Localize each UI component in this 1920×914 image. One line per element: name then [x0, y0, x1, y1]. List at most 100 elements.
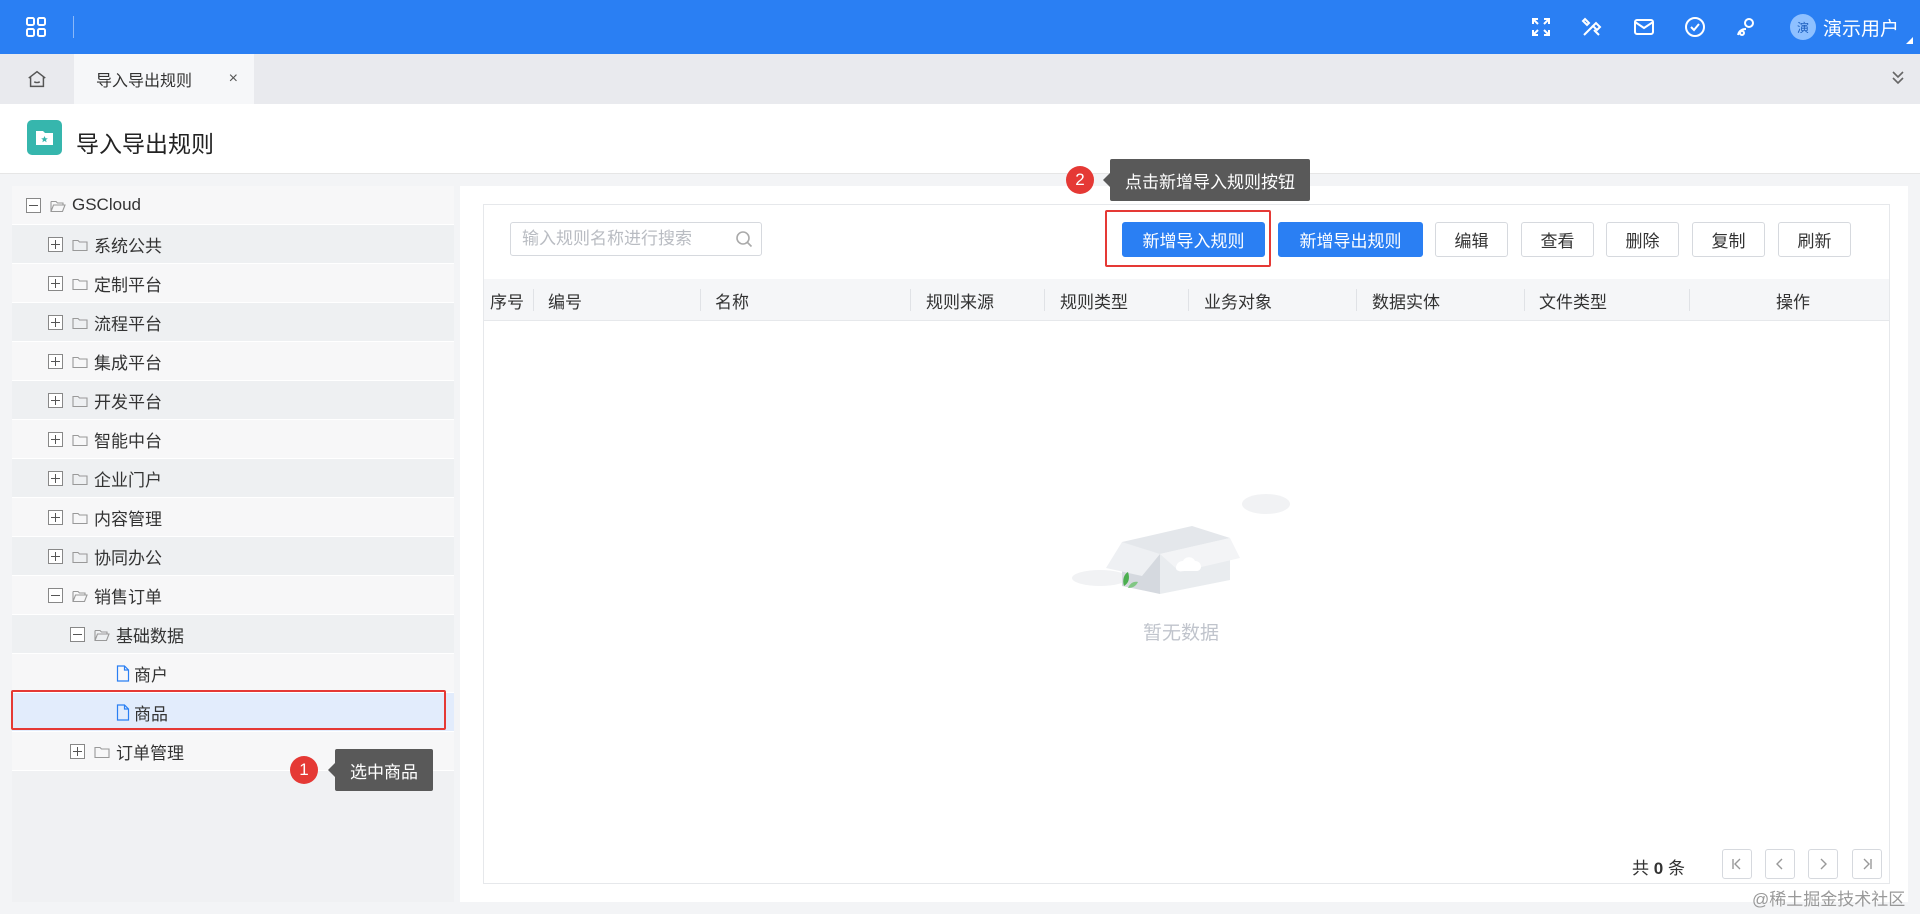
tree-item[interactable]: 企业门户: [12, 459, 454, 498]
copy-button[interactable]: 复制: [1692, 222, 1765, 257]
tree-item-label: 智能中台: [94, 431, 162, 451]
watermark: @稀土掘金技术社区: [1752, 890, 1906, 909]
close-icon[interactable]: ×: [229, 70, 238, 88]
refresh-button[interactable]: 刷新: [1778, 222, 1851, 257]
expand-icon[interactable]: [48, 353, 63, 369]
column-header-name: 名称: [715, 292, 749, 312]
collapse-icon[interactable]: [70, 626, 85, 642]
folder-icon: [72, 393, 88, 408]
tree-item-label: 企业门户: [94, 470, 162, 490]
page-title: 导入导出规则: [76, 131, 214, 157]
last-page-button[interactable]: [1852, 849, 1882, 879]
folder-open-icon: [72, 588, 88, 603]
folder-icon: [72, 510, 88, 525]
tree-item-label: 定制平台: [94, 275, 162, 295]
tree-item-label: 订单管理: [116, 743, 184, 763]
tree-item[interactable]: 开发平台: [12, 381, 454, 420]
apps-grid-icon[interactable]: [24, 15, 48, 39]
tree-item-label: 开发平台: [94, 392, 162, 412]
expand-icon[interactable]: [48, 275, 63, 291]
column-divider: [910, 289, 911, 311]
tree-item[interactable]: 集成平台: [12, 342, 454, 381]
folder-star-icon: [27, 120, 62, 155]
column-header-rule-source: 规则来源: [926, 292, 994, 312]
tree-item[interactable]: 商户: [12, 654, 454, 693]
add-export-rule-button[interactable]: 新增导出规则: [1278, 222, 1423, 257]
step-1-badge: 1: [290, 756, 318, 784]
collapse-icon[interactable]: [48, 587, 63, 603]
folder-icon: [94, 744, 110, 759]
table-header: 序号 编号 名称 规则来源 规则类型 业务对象 数据实体 文件类型 操作: [484, 279, 1889, 321]
column-header-index: 序号: [490, 292, 524, 312]
expand-icon[interactable]: [70, 743, 85, 759]
tree-item[interactable]: 销售订单: [12, 576, 454, 615]
tree-item[interactable]: 内容管理: [12, 498, 454, 537]
navbar-divider: [73, 16, 74, 38]
prev-page-button[interactable]: [1765, 849, 1795, 879]
expand-icon[interactable]: [48, 431, 63, 447]
user-settings-icon[interactable]: [1734, 15, 1758, 39]
folder-icon: [72, 315, 88, 330]
expand-icon[interactable]: [48, 392, 63, 408]
tree-item[interactable]: 系统公共: [12, 225, 454, 264]
column-divider: [1188, 289, 1189, 311]
mail-icon[interactable]: [1632, 15, 1656, 39]
document-icon: [116, 664, 130, 682]
column-divider: [1524, 289, 1525, 311]
step-2-badge: 2: [1066, 166, 1094, 194]
tree-item[interactable]: 流程平台: [12, 303, 454, 342]
expand-icon[interactable]: [48, 509, 63, 525]
tree-item-label: 商户: [134, 665, 168, 685]
tree-item-label: 基础数据: [116, 626, 184, 646]
chevron-right-icon: [1820, 858, 1827, 870]
fullscreen-icon[interactable]: [1529, 15, 1553, 39]
expand-icon[interactable]: [48, 236, 63, 252]
top-navbar: 演 演示用户: [0, 0, 1920, 54]
tree-item[interactable]: 基础数据: [12, 615, 454, 654]
collapse-icon[interactable]: [26, 197, 41, 213]
view-button[interactable]: 查看: [1521, 222, 1594, 257]
expand-icon[interactable]: [48, 470, 63, 486]
tab-label: 导入导出规则: [96, 73, 193, 90]
next-page-button[interactable]: [1808, 849, 1838, 879]
page-header: 导入导出规则: [0, 104, 1920, 174]
caret-down-icon: [1906, 37, 1914, 44]
tree-item-label: 内容管理: [94, 509, 162, 529]
search-icon[interactable]: [734, 229, 754, 249]
expand-icon[interactable]: [48, 314, 63, 330]
column-header-data-entity: 数据实体: [1372, 292, 1440, 312]
tree-item-label: 流程平台: [94, 314, 162, 334]
tree-item[interactable]: GSCloud: [12, 186, 454, 225]
tools-icon[interactable]: [1580, 15, 1604, 39]
empty-box-illustration: [1072, 494, 1290, 594]
tree-item-label: 协同办公: [94, 548, 162, 568]
tree-item-label: 系统公共: [94, 236, 162, 256]
column-divider: [1044, 289, 1045, 311]
last-page-icon: [1863, 858, 1872, 870]
home-icon[interactable]: [0, 54, 74, 104]
tree-item-label: GSCloud: [72, 195, 141, 214]
tree-item[interactable]: 协同办公: [12, 537, 454, 576]
check-circle-icon[interactable]: [1683, 15, 1707, 39]
user-menu[interactable]: 演 演示用户: [1790, 12, 1914, 44]
category-tree: GSCloud 系统公共定制平台流程平台集成平台开发平台智能中台企业门户内容管理协…: [12, 186, 454, 902]
edit-button[interactable]: 编辑: [1435, 222, 1508, 257]
tab-import-export-rules[interactable]: 导入导出规则 ×: [74, 54, 254, 104]
first-page-button[interactable]: [1722, 849, 1752, 879]
column-divider: [1689, 289, 1690, 311]
chevron-double-down-icon[interactable]: [1888, 68, 1908, 88]
expand-icon[interactable]: [48, 548, 63, 564]
column-divider: [1356, 289, 1357, 311]
step-1-callout: 选中商品: [328, 749, 433, 791]
add-import-rule-button[interactable]: 新增导入规则: [1122, 222, 1265, 257]
pager-prefix: 共: [1632, 859, 1649, 878]
tree-item[interactable]: 定制平台: [12, 264, 454, 303]
search-input[interactable]: [511, 223, 721, 255]
tree-item-label: 集成平台: [94, 353, 162, 373]
tree-item[interactable]: 智能中台: [12, 420, 454, 459]
folder-icon: [72, 432, 88, 447]
folder-icon: [72, 471, 88, 486]
delete-button[interactable]: 删除: [1606, 222, 1679, 257]
folder-icon: [72, 354, 88, 369]
pager-total-count: 0: [1653, 859, 1664, 878]
